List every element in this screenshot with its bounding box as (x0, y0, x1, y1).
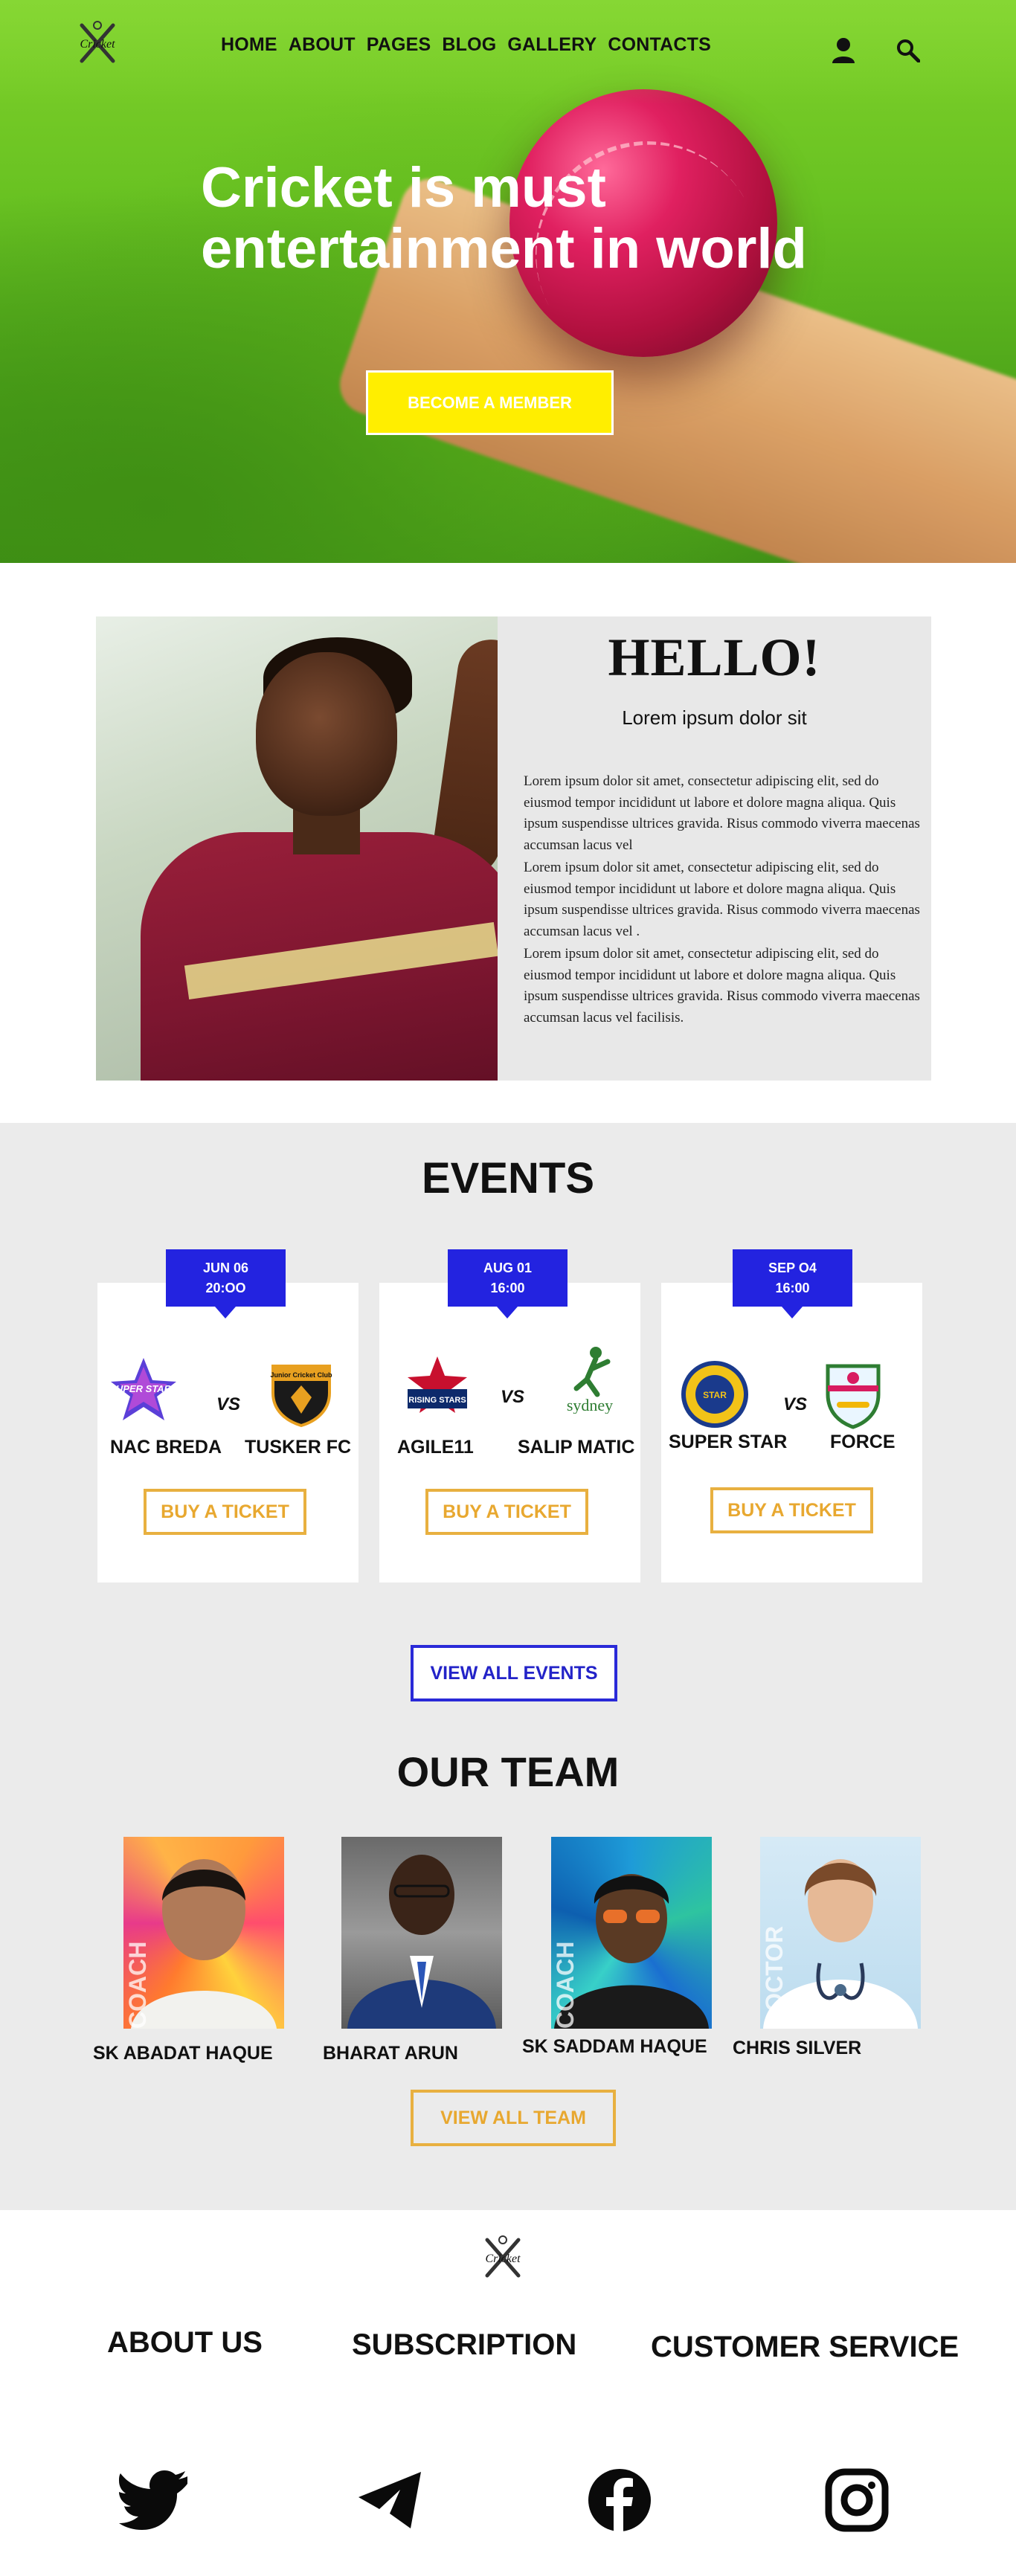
event-date-badge: AUG 01 16:00 (448, 1249, 568, 1318)
telegram-icon[interactable] (356, 2467, 427, 2533)
member-role: COACH (124, 1941, 151, 2029)
member-photo: COACH (123, 1837, 284, 2029)
svg-text:RISING STARS: RISING STARS (408, 1396, 466, 1405)
member-role: DOCTOR (761, 1925, 788, 2029)
member-name: SK SADDAM HAQUE (522, 2036, 707, 2057)
hello-paragraph: Lorem ipsum dolor sit amet, consectetur … (524, 773, 920, 853)
vs-label: VS (501, 1387, 525, 1407)
event-date: JUN 06 (202, 1260, 249, 1275)
hello-section: HELLO! Lorem ipsum dolor sit Lorem ipsum… (96, 616, 931, 1081)
sydney-logo-icon: sydney (567, 1347, 613, 1414)
buy-ticket-button[interactable]: BUY A TICKET (710, 1487, 873, 1533)
become-member-button[interactable]: BECOME A MEMBER (366, 370, 614, 435)
event-date: AUG 01 (483, 1260, 533, 1275)
user-icon[interactable] (832, 37, 855, 64)
hello-paragraph: Lorem ipsum dolor sit amet, consectetur … (524, 860, 920, 939)
hero-title-line2: entertainment in world (201, 217, 807, 280)
hero-banner (0, 0, 1016, 563)
svg-text:sydney: sydney (567, 1396, 613, 1414)
crossed-bats-icon: Cricket (485, 2235, 521, 2278)
nav-blog[interactable]: BLOG (442, 34, 496, 56)
vs-label: VS (216, 1394, 241, 1414)
instagram-icon[interactable] (820, 2467, 891, 2533)
facebook-icon[interactable] (584, 2467, 655, 2533)
event-date-badge: SEP O4 16:00 (733, 1249, 852, 1318)
team-name: AGILE11 (397, 1437, 474, 1458)
svg-text:SUPER STARS: SUPER STARS (109, 1383, 178, 1394)
hello-body: Lorem ipsum dolor sit amet, consectetur … (524, 771, 929, 1030)
player-photo (96, 616, 498, 1081)
team-name: SUPER STAR (669, 1432, 788, 1452)
footer-link-customer-service[interactable]: CUSTOMER SERVICE (651, 2331, 959, 2364)
main-nav: HOME ABOUT PAGES BLOG GALLERY CONTACTS (221, 34, 711, 56)
twitter-icon[interactable] (118, 2467, 189, 2533)
footer-link-subscription[interactable]: SUBSCRIPTION (352, 2328, 576, 2362)
footer-logo[interactable]: Cricket (477, 2229, 529, 2282)
hello-subtitle: Lorem ipsum dolor sit (622, 706, 807, 729)
events-title: EVENTS (421, 1154, 595, 1202)
event-time: 20:OO (205, 1281, 246, 1295)
event-date: SEP O4 (768, 1260, 817, 1275)
hero-title: Cricket is must entertainment in world (201, 158, 907, 280)
member-role: COACH (552, 1941, 579, 2029)
member-name: SK ABADAT HAQUE (93, 2043, 273, 2064)
buy-ticket-button[interactable]: BUY A TICKET (144, 1489, 306, 1535)
member-photo: DOCTOR (760, 1837, 921, 2029)
nav-gallery[interactable]: GALLERY (507, 34, 597, 56)
nav-about[interactable]: ABOUT (289, 34, 356, 56)
buy-ticket-button[interactable]: BUY A TICKET (425, 1489, 588, 1535)
force-logo-icon (826, 1364, 881, 1429)
nav-pages[interactable]: PAGES (367, 34, 431, 56)
crossed-bats-icon: Cricket (80, 21, 115, 63)
event-time: 16:00 (775, 1281, 810, 1295)
event-card: SEP O4 16:00 STAR VS SUPER STAR FORCE BU… (661, 1249, 922, 1582)
event-card: AUG 01 16:00 RISING STARS VS sydney AGIL… (379, 1249, 640, 1582)
nav-home[interactable]: HOME (221, 34, 277, 56)
svg-text:Junior Cricket Club: Junior Cricket Club (270, 1371, 332, 1379)
team-name: TUSKER FC (245, 1437, 352, 1458)
super-star-logo-icon: STAR (681, 1361, 748, 1428)
hero-title-line1: Cricket is must (201, 156, 606, 219)
vs-label: VS (783, 1394, 808, 1414)
team-name: FORCE (830, 1432, 896, 1452)
team-title: OUR TEAM (396, 1748, 620, 1795)
footer-link-about[interactable]: ABOUT US (107, 2326, 263, 2360)
member-name: BHARAT ARUN (323, 2043, 458, 2064)
member-photo: COACH (551, 1837, 712, 2029)
hello-title: HELLO! (608, 628, 821, 687)
search-icon[interactable] (896, 39, 920, 62)
hello-paragraph: Lorem ipsum dolor sit amet, consectetur … (524, 946, 920, 1025)
logo-text: Cricket (485, 2253, 521, 2265)
logo-text: Cricket (80, 38, 115, 51)
team-name: SALIP MATIC (518, 1437, 635, 1458)
team-name: NAC BREDA (110, 1437, 222, 1458)
rising-stars-logo-icon: RISING STARS (408, 1356, 467, 1413)
member-photo (341, 1837, 502, 2029)
site-logo[interactable]: Cricket (71, 15, 123, 67)
event-card: JUN 06 20:OO SUPER STARS VS Junior Crick… (97, 1249, 359, 1582)
event-time: 16:00 (490, 1281, 525, 1295)
member-name: CHRIS SILVER (733, 2038, 862, 2058)
svg-text:STAR: STAR (703, 1390, 727, 1400)
event-date-badge: JUN 06 20:OO (166, 1249, 286, 1318)
nav-contacts[interactable]: CONTACTS (608, 34, 711, 56)
junior-cricket-club-logo-icon: Junior Cricket Club (270, 1365, 332, 1427)
view-all-events-button[interactable]: VIEW ALL EVENTS (411, 1645, 617, 1701)
view-all-team-button[interactable]: VIEW ALL TEAM (411, 2090, 616, 2146)
super-stars-logo-icon: SUPER STARS (109, 1358, 178, 1420)
